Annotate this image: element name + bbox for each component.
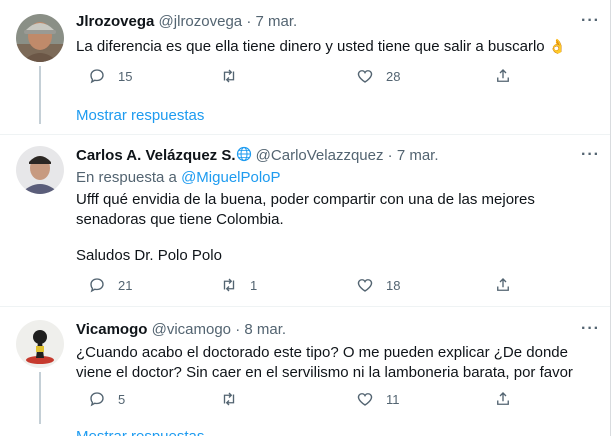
like-button[interactable]: 28 (356, 67, 400, 85)
author-handle[interactable]: @CarloVelazzquez (256, 147, 384, 164)
share-button[interactable] (494, 67, 512, 85)
avatar-jlrozovega[interactable] (16, 14, 64, 62)
show-replies-link[interactable]: Mostrar respuestas (76, 107, 204, 124)
reply-prefix: En respuesta a (76, 169, 177, 186)
globe-icon (236, 146, 251, 162)
like-button[interactable]: 18 (356, 276, 400, 294)
column-border (610, 0, 611, 436)
heart-icon (357, 70, 373, 83)
author-name[interactable]: Vicamogo (76, 321, 147, 338)
like-count: 28 (386, 68, 401, 84)
tweet-text: La diferencia es que ella tiene dinero y… (76, 36, 586, 57)
tweet-date[interactable]: 7 mar. (397, 147, 439, 164)
share-icon (497, 278, 509, 291)
show-replies-link[interactable]: Mostrar respuestas (76, 428, 204, 436)
reply-count: 21 (118, 277, 133, 293)
more-options-icon[interactable]: ··· (581, 320, 600, 338)
ok-hand-emoji: 👌 (548, 38, 567, 54)
thread-line (39, 372, 41, 424)
tweet-date[interactable]: 8 mar. (244, 321, 286, 338)
author-handle[interactable]: @vicamogo (152, 321, 231, 338)
divider (0, 134, 611, 135)
reply-count: 15 (118, 68, 133, 84)
tweet-text-line: Ufff qué envidia de la buena, poder comp… (76, 191, 535, 208)
retweet-button[interactable] (220, 67, 250, 85)
share-button[interactable] (494, 390, 512, 408)
share-icon (497, 69, 509, 82)
avatar-carlovelazzquez[interactable] (16, 146, 64, 194)
tweet-header: Jlrozovega @jlrozovega · 7 mar. (76, 12, 297, 32)
like-button[interactable]: 11 (356, 390, 400, 408)
reply-bubble-icon (90, 392, 104, 407)
retweet-icon (223, 392, 235, 406)
tweet-header: Carlos A. Velázquez S. @CarloVelazzquez … (76, 146, 439, 166)
share-button[interactable] (494, 276, 512, 294)
heart-icon (357, 279, 373, 292)
tweet-actions: 5 11 (70, 390, 510, 412)
like-count: 11 (386, 391, 400, 407)
reply-bubble-icon (90, 278, 104, 293)
more-options-icon[interactable]: ··· (581, 146, 600, 164)
separator: · (246, 13, 252, 30)
retweet-count: 1 (250, 277, 258, 293)
heart-icon (357, 393, 373, 406)
reply-bubble-icon (90, 69, 104, 84)
retweet-button[interactable] (220, 390, 250, 408)
tweet-date[interactable]: 7 mar. (256, 13, 298, 30)
retweet-button[interactable]: 1 (220, 276, 257, 294)
like-count: 18 (386, 277, 401, 293)
more-options-icon[interactable]: ··· (581, 12, 600, 30)
share-icon (497, 392, 509, 405)
tweet-actions: 21 1 18 (70, 276, 510, 298)
retweet-icon (223, 69, 235, 83)
reply-button[interactable]: 15 (88, 67, 132, 85)
tweet-text-line: viene el doctor? Sin caer en el servilis… (76, 364, 573, 381)
avatar-vicamogo[interactable] (16, 320, 64, 368)
tweet-actions: 15 28 (70, 67, 510, 89)
author-name[interactable]: Jlrozovega (76, 13, 154, 30)
author-name[interactable]: Carlos A. Velázquez S. (76, 147, 236, 164)
reply-count: 5 (118, 391, 126, 407)
tweet-text-line: senadoras que tiene Colombia. (76, 211, 284, 228)
reply-context: En respuesta a @MiguelPoloP (76, 168, 281, 188)
reply-to-link[interactable]: @MiguelPoloP (181, 169, 280, 186)
tweet-text: ¿Cuando acabo el doctorado este tipo? O … (76, 343, 586, 383)
separator: · (387, 147, 393, 164)
author-handle[interactable]: @jlrozovega (159, 13, 243, 30)
timeline: Jlrozovega @jlrozovega · 7 mar. ··· La d… (0, 0, 614, 436)
tweet-text: Ufff qué envidia de la buena, poder comp… (76, 190, 586, 266)
tweet-text-line: Saludos Dr. Polo Polo (76, 247, 222, 264)
separator: · (235, 321, 241, 338)
retweet-icon (223, 278, 235, 292)
thread-line (39, 66, 41, 124)
divider (0, 306, 611, 307)
tweet-text-line: ¿Cuando acabo el doctorado este tipo? O … (76, 344, 568, 361)
reply-button[interactable]: 21 (88, 276, 132, 294)
reply-button[interactable]: 5 (88, 390, 125, 408)
tweet-header: Vicamogo @vicamogo · 8 mar. (76, 320, 286, 340)
tweet-text-body: La diferencia es que ella tiene dinero y… (76, 38, 545, 55)
